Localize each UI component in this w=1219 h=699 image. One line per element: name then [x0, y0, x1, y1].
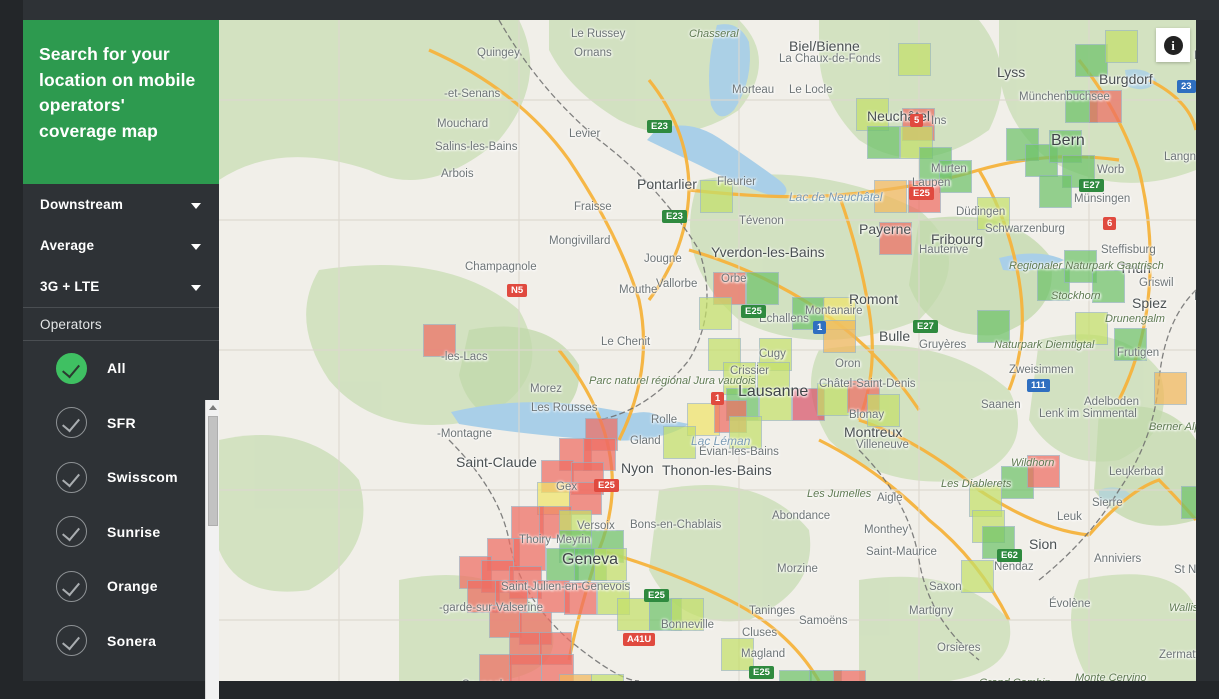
- operator-item-all[interactable]: All: [23, 341, 219, 396]
- left-chrome-rail: [0, 0, 23, 699]
- road-shield: 6: [1103, 217, 1117, 230]
- check-circle-icon[interactable]: [56, 516, 87, 548]
- road-shield: E27: [913, 320, 938, 333]
- road-shield: A41U: [623, 633, 656, 646]
- filter-average-label: Average: [40, 238, 95, 253]
- checkmark-icon: [61, 468, 80, 488]
- road-shield: E25: [909, 187, 934, 200]
- operator-label: SFR: [107, 414, 136, 431]
- top-chrome-bar: [23, 0, 1219, 20]
- operator-label: All: [107, 360, 126, 377]
- filter-downstream[interactable]: Downstream: [23, 184, 219, 225]
- filter-technology-label: 3G + LTE: [40, 279, 100, 294]
- filter-group: Downstream Average 3G + LTE: [23, 184, 219, 307]
- map-info-button[interactable]: i: [1156, 28, 1190, 62]
- sidebar: Search for your location on mobile opera…: [23, 20, 219, 699]
- operator-item-sfr[interactable]: SFR: [23, 396, 219, 451]
- scrollbar-thumb[interactable]: [208, 416, 218, 526]
- road-shield: 5: [910, 114, 924, 127]
- coverage-map[interactable]: Le RusseyChasseralBiel/BienneSurseeHuttw…: [219, 20, 1196, 681]
- map-canvas: [219, 20, 1196, 681]
- road-shield: N5: [507, 284, 528, 297]
- operator-item-sunrise[interactable]: Sunrise: [23, 505, 219, 560]
- map-basemap: [219, 20, 1196, 681]
- filter-downstream-label: Downstream: [40, 197, 124, 212]
- operator-item-swisscom[interactable]: Swisscom: [23, 450, 219, 505]
- check-circle-icon[interactable]: [56, 352, 87, 384]
- road-shield: 1: [711, 392, 725, 405]
- chevron-down-icon: [191, 202, 201, 209]
- checkmark-icon: [61, 522, 80, 542]
- checkmark-icon: [61, 359, 80, 379]
- road-shield: 111: [1027, 379, 1050, 392]
- road-shield: 23: [1177, 80, 1196, 93]
- promo-title: Search for your location on mobile opera…: [39, 44, 196, 142]
- road-shield: E25: [741, 305, 766, 318]
- bottom-chrome-bar: [0, 681, 1219, 699]
- road-shield: E25: [749, 666, 774, 679]
- operator-label: Sunrise: [107, 523, 161, 540]
- road-shield: 1: [813, 321, 827, 334]
- check-circle-icon[interactable]: [56, 570, 87, 602]
- chevron-down-icon: [191, 243, 201, 250]
- operator-label: Orange: [107, 578, 158, 595]
- operators-section-title: Operators: [40, 316, 102, 332]
- operator-label: Swisscom: [107, 469, 178, 486]
- right-chrome-rail: [1196, 20, 1219, 699]
- road-shield: E25: [594, 479, 619, 492]
- operator-item-orange[interactable]: Orange: [23, 559, 219, 614]
- filter-technology[interactable]: 3G + LTE: [23, 266, 219, 307]
- filter-average[interactable]: Average: [23, 225, 219, 266]
- operators-scrollbar[interactable]: [205, 400, 219, 699]
- checkmark-icon: [61, 631, 80, 651]
- operators-list: All SFR Swisscom Sunrise Orange Sonera: [23, 341, 219, 668]
- road-shield: E62: [997, 549, 1022, 562]
- operator-label: Sonera: [107, 632, 157, 649]
- coverage-map-page: Le RusseyChasseralBiel/BienneSurseeHuttw…: [0, 0, 1219, 699]
- promo-banner: Search for your location on mobile opera…: [23, 20, 219, 184]
- road-shield: E27: [1079, 179, 1104, 192]
- scroll-up-icon[interactable]: [208, 405, 217, 410]
- operator-item-sonera[interactable]: Sonera: [23, 614, 219, 669]
- info-icon: i: [1163, 35, 1183, 55]
- chevron-down-icon: [191, 284, 201, 291]
- road-shield: E23: [647, 120, 672, 133]
- check-circle-icon[interactable]: [56, 407, 87, 439]
- check-circle-icon[interactable]: [56, 625, 87, 657]
- road-shield: E25: [644, 589, 669, 602]
- road-shield: E23: [662, 210, 687, 223]
- checkmark-icon: [61, 413, 80, 433]
- checkmark-icon: [61, 577, 80, 597]
- check-circle-icon[interactable]: [56, 461, 87, 493]
